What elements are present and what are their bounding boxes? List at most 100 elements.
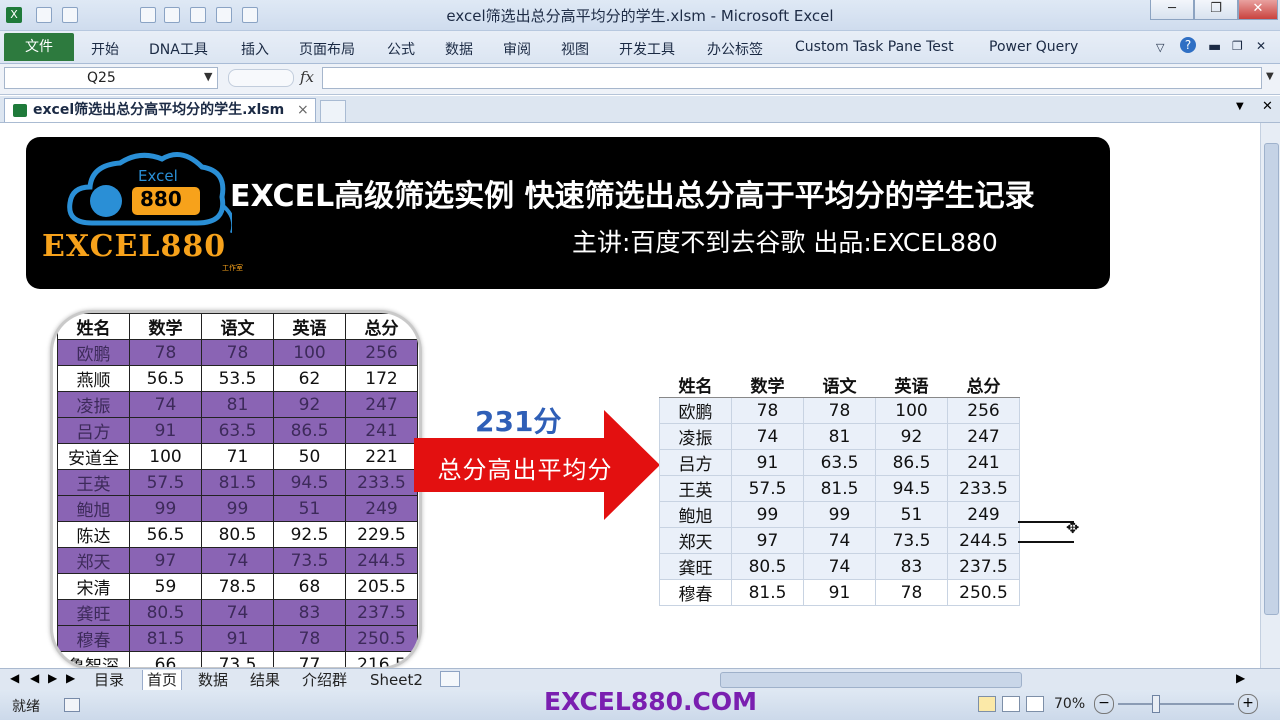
sheet-tab-catalog[interactable]: 目录 xyxy=(90,670,128,690)
fx-icon[interactable]: fx xyxy=(300,68,314,86)
result-header-cell[interactable]: 总分 xyxy=(947,372,1020,398)
result-cell[interactable]: 78 xyxy=(875,579,948,606)
source-cell[interactable]: 78 xyxy=(129,339,202,366)
source-cell[interactable]: 71 xyxy=(201,443,274,470)
tab-power-query[interactable]: Power Query xyxy=(989,39,1078,55)
tab-office-tab[interactable]: 办公标签 xyxy=(707,39,763,59)
result-cell[interactable]: 92 xyxy=(875,423,948,450)
first-sheet-icon[interactable]: ◀ xyxy=(10,671,19,685)
result-header-cell[interactable]: 语文 xyxy=(803,372,876,398)
result-cell[interactable]: 237.5 xyxy=(947,553,1020,580)
source-cell[interactable]: 233.5 xyxy=(345,469,418,496)
result-cell[interactable]: 81 xyxy=(803,423,876,450)
last-sheet-icon[interactable]: ▶ xyxy=(66,671,75,685)
result-cell[interactable]: 94.5 xyxy=(875,475,948,502)
source-cell[interactable]: 安道全 xyxy=(57,443,130,470)
ribbon-collapse-icon[interactable]: ▽ xyxy=(1156,41,1164,54)
tab-review[interactable]: 审阅 xyxy=(503,39,531,59)
source-cell[interactable]: 81.5 xyxy=(201,469,274,496)
prev-sheet-icon[interactable]: ◀ xyxy=(30,671,39,685)
source-cell[interactable]: 王英 xyxy=(57,469,130,496)
source-header-cell[interactable]: 英语 xyxy=(273,313,346,340)
result-cell[interactable]: 100 xyxy=(875,397,948,424)
result-cell[interactable]: 99 xyxy=(803,501,876,528)
source-cell[interactable]: 91 xyxy=(201,625,274,652)
result-cell[interactable]: 99 xyxy=(731,501,804,528)
zoom-in-icon[interactable]: + xyxy=(1238,694,1258,714)
source-cell[interactable]: 73.5 xyxy=(273,547,346,574)
tab-formulas[interactable]: 公式 xyxy=(387,39,415,59)
new-workbook-tab-button[interactable] xyxy=(320,100,346,122)
workbook-tab[interactable]: excel筛选出总分高平均分的学生.xlsm × xyxy=(4,98,316,122)
source-cell[interactable]: 燕顺 xyxy=(57,365,130,392)
source-cell[interactable]: 256 xyxy=(345,339,418,366)
page-layout-view-icon[interactable] xyxy=(1002,696,1020,712)
result-cell[interactable]: 王英 xyxy=(659,475,732,502)
source-cell[interactable]: 86.5 xyxy=(273,417,346,444)
result-cell[interactable]: 74 xyxy=(803,527,876,554)
minimize-button[interactable]: ─ xyxy=(1150,0,1194,20)
result-cell[interactable]: 81.5 xyxy=(731,579,804,606)
result-cell[interactable]: 250.5 xyxy=(947,579,1020,606)
vertical-scrollbar[interactable] xyxy=(1260,123,1280,668)
insert-sheet-icon[interactable] xyxy=(440,671,460,687)
result-cell[interactable]: 78 xyxy=(803,397,876,424)
result-cell[interactable]: 凌振 xyxy=(659,423,732,450)
horizontal-scroll-thumb[interactable] xyxy=(720,672,1022,688)
result-cell[interactable]: 63.5 xyxy=(803,449,876,476)
tab-view[interactable]: 视图 xyxy=(561,39,589,59)
workbook-tab-close-icon[interactable]: × xyxy=(297,99,309,121)
result-cell[interactable]: 233.5 xyxy=(947,475,1020,502)
formula-expand-icon[interactable]: ▼ xyxy=(1266,71,1274,82)
result-cell[interactable]: 249 xyxy=(947,501,1020,528)
source-cell[interactable]: 99 xyxy=(129,495,202,522)
source-cell[interactable]: 74 xyxy=(201,547,274,574)
source-cell[interactable]: 63.5 xyxy=(201,417,274,444)
result-cell[interactable]: 247 xyxy=(947,423,1020,450)
source-cell[interactable]: 郑天 xyxy=(57,547,130,574)
source-cell[interactable]: 250.5 xyxy=(345,625,418,652)
source-cell[interactable]: 宋清 xyxy=(57,573,130,600)
scroll-right-icon[interactable]: ▶ xyxy=(1236,671,1245,685)
result-cell[interactable]: 57.5 xyxy=(731,475,804,502)
source-cell[interactable]: 244.5 xyxy=(345,547,418,574)
sheet-tab-sheet2[interactable]: Sheet2 xyxy=(366,670,427,690)
source-cell[interactable]: 凌振 xyxy=(57,391,130,418)
tab-close-all-icon[interactable]: ✕ xyxy=(1262,99,1273,114)
tab-file[interactable]: 文件 xyxy=(4,33,74,61)
source-cell[interactable]: 205.5 xyxy=(345,573,418,600)
tab-data[interactable]: 数据 xyxy=(445,39,473,59)
tab-dna-tools[interactable]: DNA工具 xyxy=(149,39,208,59)
source-cell[interactable]: 50 xyxy=(273,443,346,470)
source-cell[interactable]: 221 xyxy=(345,443,418,470)
result-cell[interactable]: 74 xyxy=(803,553,876,580)
tab-page-layout[interactable]: 页面布局 xyxy=(299,39,355,59)
source-cell[interactable]: 陈达 xyxy=(57,521,130,548)
source-cell[interactable]: 80.5 xyxy=(129,599,202,626)
source-header-cell[interactable]: 总分 xyxy=(345,313,418,340)
tab-list-icon[interactable]: ▼ xyxy=(1236,101,1244,112)
result-cell[interactable]: 83 xyxy=(875,553,948,580)
close-button[interactable]: ✕ xyxy=(1238,0,1278,20)
next-sheet-icon[interactable]: ▶ xyxy=(48,671,57,685)
ribbon-close-icon[interactable]: ✕ xyxy=(1256,39,1266,53)
zoom-slider[interactable] xyxy=(1118,703,1234,705)
result-cell[interactable]: 256 xyxy=(947,397,1020,424)
source-cell[interactable]: 249 xyxy=(345,495,418,522)
normal-view-icon[interactable] xyxy=(978,696,996,712)
tab-insert[interactable]: 插入 xyxy=(241,39,269,59)
vertical-scroll-thumb[interactable] xyxy=(1264,143,1279,615)
sheet-tab-intro[interactable]: 介绍群 xyxy=(298,670,351,690)
tab-developer[interactable]: 开发工具 xyxy=(619,39,675,59)
source-cell[interactable]: 鲍旭 xyxy=(57,495,130,522)
source-cell[interactable]: 穆春 xyxy=(57,625,130,652)
source-cell[interactable]: 100 xyxy=(273,339,346,366)
source-cell[interactable]: 81 xyxy=(201,391,274,418)
zoom-out-icon[interactable]: − xyxy=(1094,694,1114,714)
source-cell[interactable]: 53.5 xyxy=(201,365,274,392)
source-cell[interactable]: 80.5 xyxy=(201,521,274,548)
result-cell[interactable]: 欧鹏 xyxy=(659,397,732,424)
source-cell[interactable]: 62 xyxy=(273,365,346,392)
source-cell[interactable]: 57.5 xyxy=(129,469,202,496)
result-header-cell[interactable]: 数学 xyxy=(731,372,804,398)
